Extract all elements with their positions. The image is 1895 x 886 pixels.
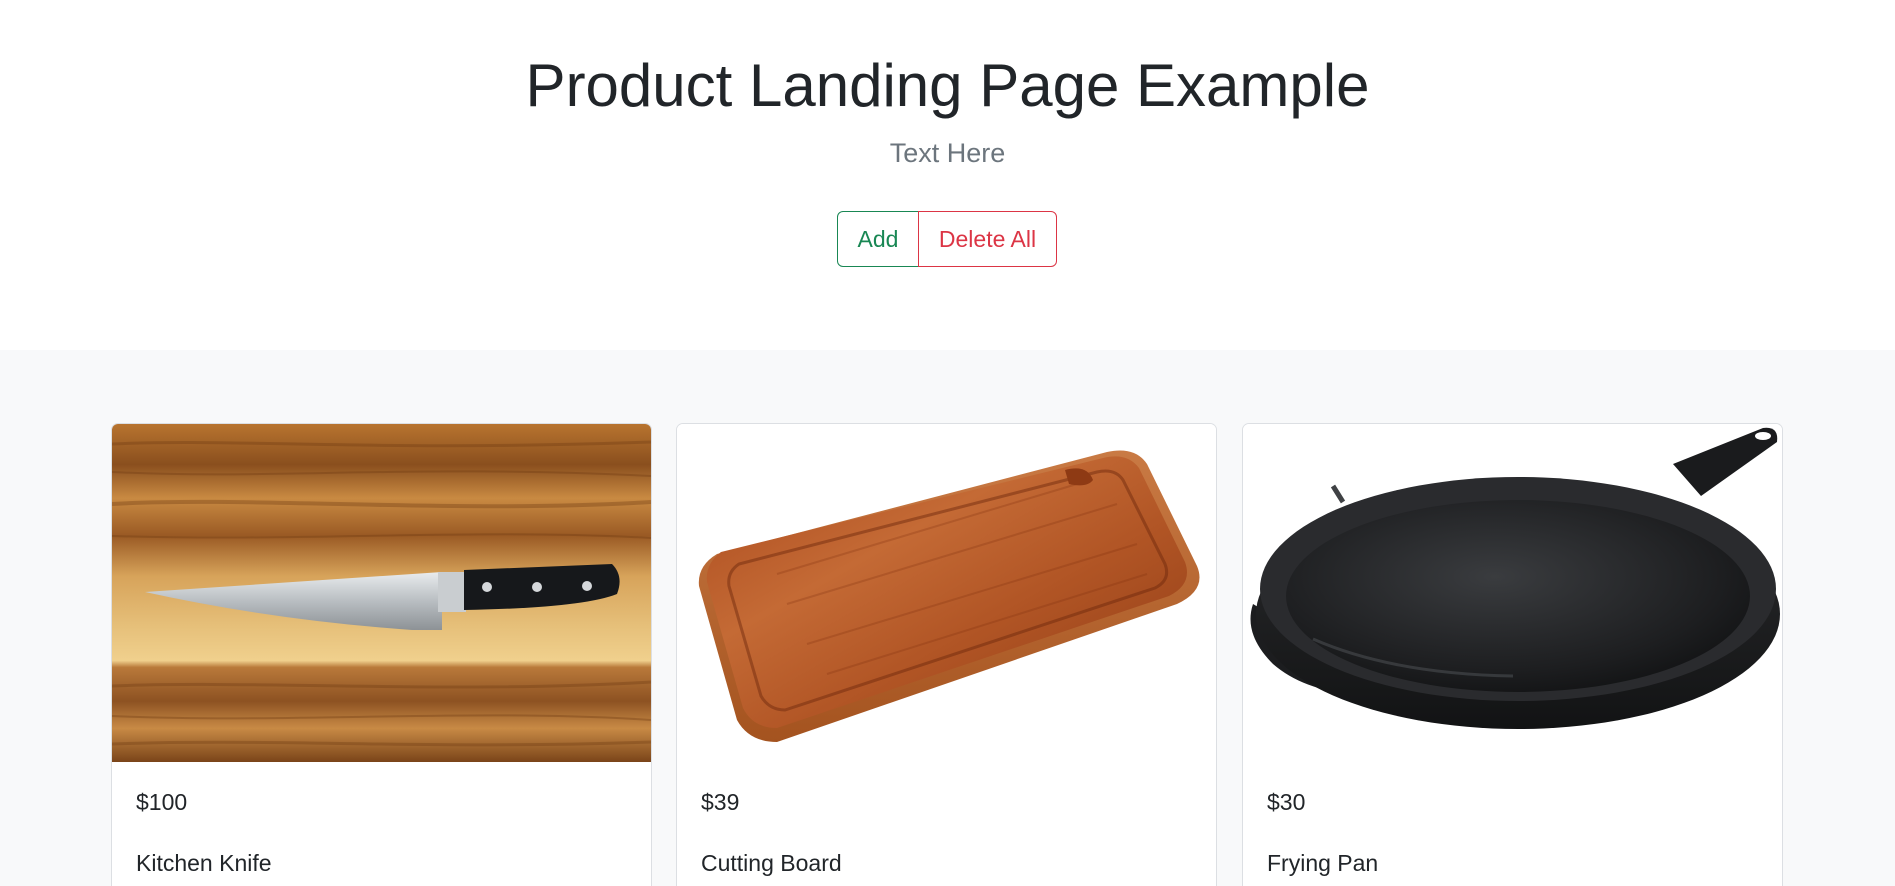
product-card-frying-pan[interactable]: $30 Frying Pan [1242,423,1783,886]
product-price: $30 [1267,789,1306,815]
delete-all-button[interactable]: Delete All [918,211,1057,267]
cutting-board-image [677,424,1216,762]
kitchen-knife-image [112,424,651,762]
product-name: Frying Pan [1267,850,1379,876]
product-card-cutting-board[interactable]: $39 Cutting Board [676,423,1217,886]
product-card-kitchen-knife[interactable]: $100 Kitchen Knife [111,423,652,886]
frying-pan-image [1243,424,1782,762]
product-name: Cutting Board [701,850,842,876]
product-section: $100 Kitchen Knife $39 Cutting Board $30… [0,350,1895,886]
hero-section: Product Landing Page Example Text Here A… [0,0,1895,350]
product-price: $100 [136,789,188,815]
action-button-group: Add Delete All [837,211,1057,267]
page-subtitle: Text Here [889,138,1006,168]
product-price: $39 [701,789,740,815]
page-title: Product Landing Page Example [525,52,1370,119]
product-name: Kitchen Knife [136,850,272,876]
add-button[interactable]: Add [837,211,919,267]
